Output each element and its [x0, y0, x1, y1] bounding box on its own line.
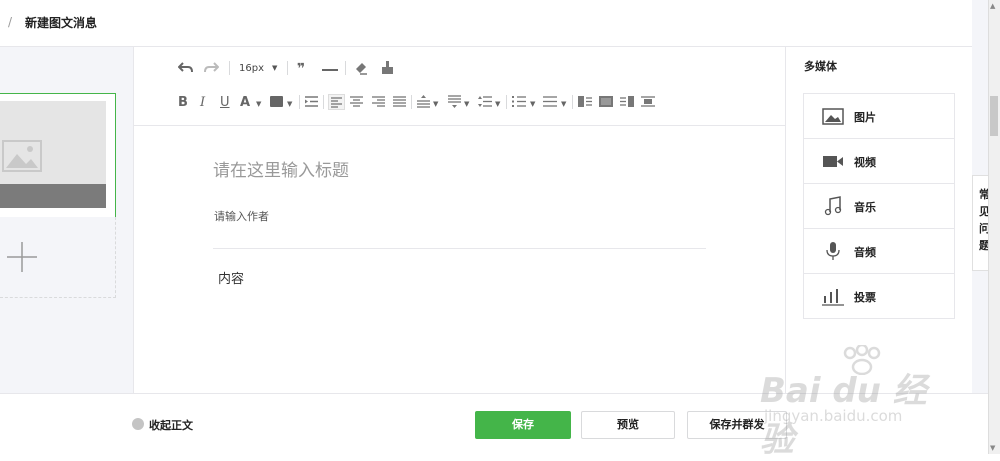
video-icon	[823, 156, 843, 167]
italic-icon[interactable]: I	[200, 95, 205, 111]
blockquote-icon[interactable]: ❞	[297, 61, 305, 77]
align-right-icon[interactable]	[372, 95, 385, 108]
bar-chart-icon	[822, 289, 844, 306]
microphone-icon	[826, 242, 840, 260]
font-size-select[interactable]: 16px	[239, 63, 264, 74]
image-icon	[822, 108, 844, 125]
preview-button[interactable]: 预览	[581, 411, 675, 439]
plus-icon	[7, 242, 37, 272]
chevron-down-icon: ▼	[433, 100, 439, 108]
toolbar-separator	[345, 61, 346, 75]
media-item-label: 音频	[854, 246, 876, 259]
float-right-icon[interactable]	[620, 96, 634, 107]
underline-icon[interactable]: U	[220, 95, 230, 111]
media-item-video[interactable]: 视频	[804, 139, 954, 184]
undo-icon[interactable]	[178, 61, 193, 74]
ordered-list-icon[interactable]	[512, 95, 526, 108]
chevron-down-icon: ▼	[272, 64, 278, 72]
title-input[interactable]: 请在这里输入标题	[213, 156, 349, 181]
music-icon	[824, 196, 842, 216]
media-list: 图片 视频 音乐 音频 投票	[803, 93, 955, 319]
image-center-icon[interactable]	[641, 96, 655, 107]
watermark-url: jingyan.baidu.com	[764, 407, 903, 425]
top-bar	[0, 0, 972, 47]
collapse-icon[interactable]	[132, 418, 144, 430]
chevron-down-icon: ▼	[495, 100, 501, 108]
baidu-jingyan-watermark: Bai du 经验 jingyan.baidu.com	[760, 345, 950, 460]
scrollbar-thumb[interactable]	[990, 96, 998, 136]
media-item-label: 视频	[854, 156, 876, 169]
line-spacing-top-icon[interactable]	[417, 95, 430, 108]
format-brush-icon[interactable]	[381, 61, 394, 75]
media-item-music[interactable]: 音乐	[804, 184, 954, 229]
breadcrumb-separator: /	[8, 15, 13, 29]
editor-toolbar	[134, 47, 785, 126]
line-spacing-bottom-icon[interactable]	[448, 95, 461, 108]
scrollbar[interactable]	[988, 0, 1000, 454]
clear-format-icon[interactable]	[354, 61, 368, 75]
indent-icon[interactable]	[305, 96, 318, 107]
toolbar-separator	[299, 95, 300, 109]
save-button[interactable]: 保存	[475, 411, 571, 439]
scroll-down-icon[interactable]: ▼	[990, 444, 995, 452]
media-item-vote[interactable]: 投票	[804, 274, 954, 318]
media-item-image[interactable]: 图片	[804, 94, 954, 139]
align-left-icon[interactable]	[328, 94, 345, 110]
media-item-label: 投票	[854, 291, 876, 304]
chevron-down-icon: ▼	[561, 100, 567, 108]
chevron-down-icon: ▼	[287, 100, 293, 108]
chevron-down-icon: ▼	[256, 100, 262, 108]
collapse-body-link[interactable]: 收起正文	[149, 417, 193, 433]
font-color-icon[interactable]: A	[240, 95, 250, 111]
toolbar-separator	[411, 95, 412, 109]
content-editor[interactable]: 内容	[218, 268, 244, 287]
unordered-list-icon[interactable]	[543, 95, 557, 108]
float-left-icon[interactable]	[578, 96, 592, 107]
chevron-down-icon: ▼	[464, 100, 470, 108]
toolbar-separator	[229, 61, 230, 75]
horizontal-rule-icon[interactable]	[322, 69, 338, 71]
cover-title-strip	[0, 184, 106, 208]
media-heading: 多媒体	[804, 60, 837, 73]
background-color-icon[interactable]	[270, 96, 283, 107]
media-item-label: 图片	[854, 111, 876, 124]
media-item-label: 音乐	[854, 201, 876, 214]
line-height-icon[interactable]	[478, 95, 492, 108]
page-title: 新建图文消息	[25, 16, 98, 30]
author-input[interactable]: 请输入作者	[214, 208, 269, 224]
chevron-down-icon: ▼	[530, 100, 536, 108]
scroll-up-icon[interactable]: ▲	[990, 2, 995, 10]
faq-side-tab[interactable]: 常见问题	[972, 175, 990, 271]
align-justify-icon[interactable]	[393, 95, 406, 108]
align-center-icon[interactable]	[350, 95, 363, 108]
toolbar-separator	[572, 95, 573, 109]
bold-icon[interactable]: B	[178, 95, 188, 111]
float-none-icon[interactable]	[599, 96, 613, 107]
toolbar-separator	[287, 61, 288, 75]
redo-icon[interactable]	[204, 61, 219, 74]
divider	[213, 248, 706, 249]
toolbar-separator	[323, 95, 324, 109]
toolbar-separator	[506, 95, 507, 109]
image-placeholder-icon	[2, 140, 42, 172]
media-item-audio[interactable]: 音频	[804, 229, 954, 274]
